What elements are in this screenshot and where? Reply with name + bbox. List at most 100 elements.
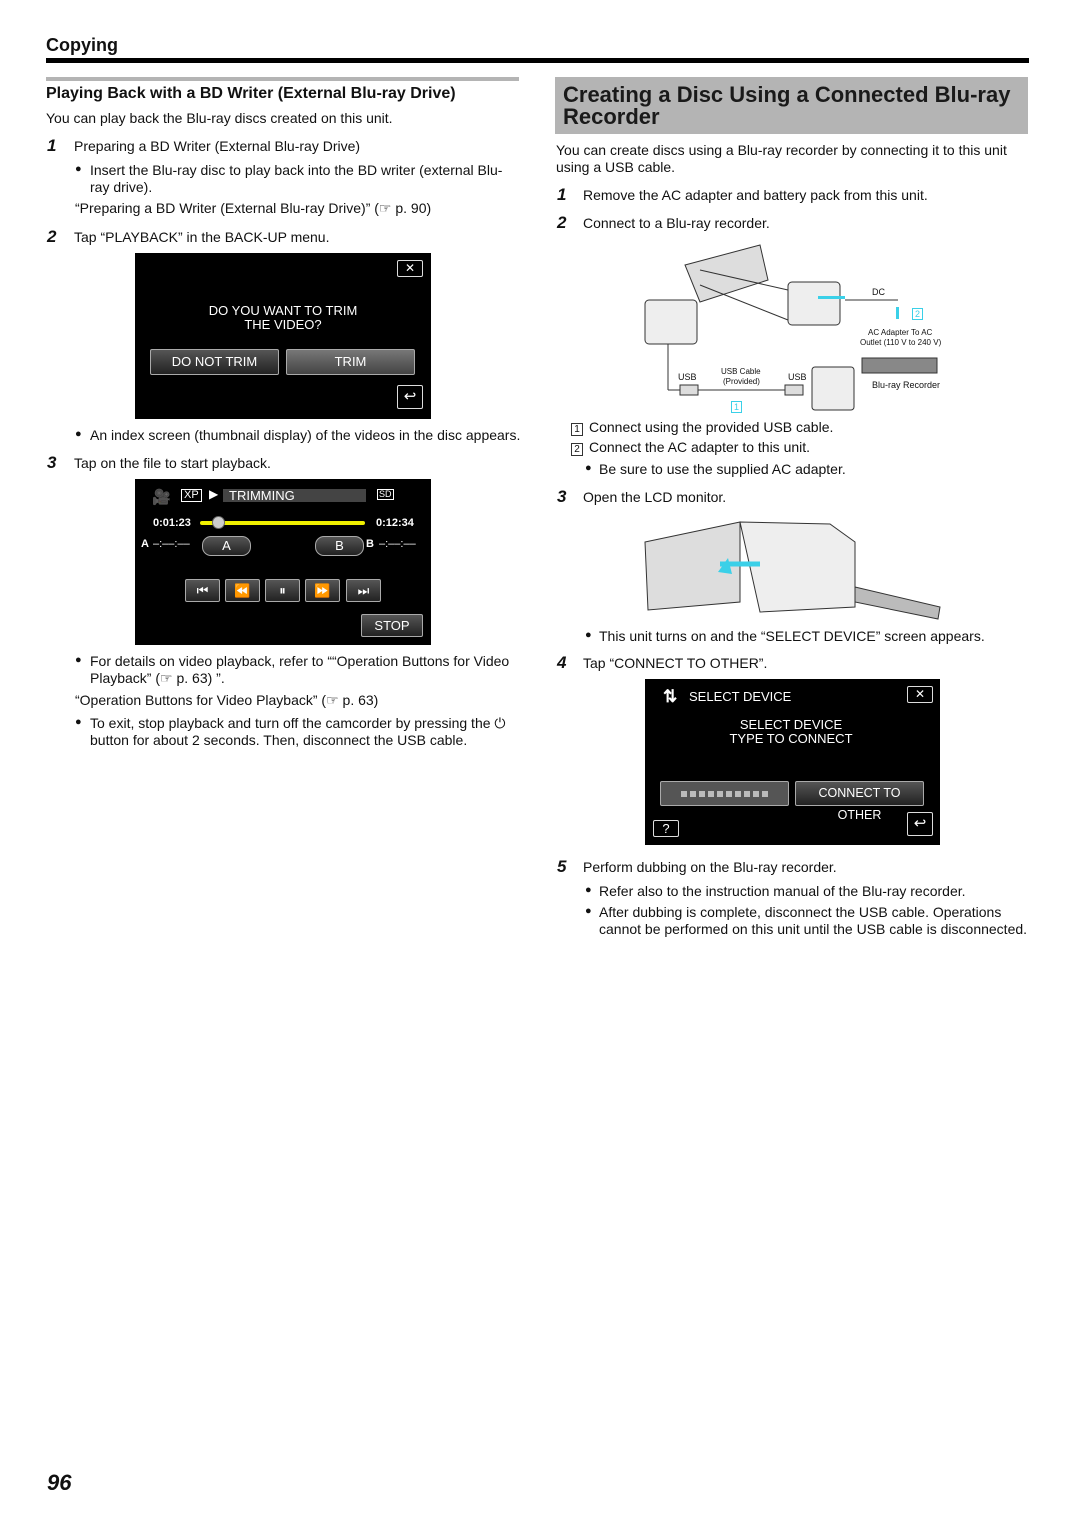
help-button[interactable]: ? [653, 820, 679, 837]
manual-page: Copying Playing Back with a BD Writer (E… [0, 0, 1080, 1527]
step-number: 1 [557, 185, 567, 204]
step-number: 2 [47, 227, 57, 246]
bullet-text: After dubbing is complete, disconnect th… [599, 904, 1002, 920]
step-text: Connect to a Blu-ray recorder. [583, 215, 770, 231]
set-b-button[interactable]: B [315, 536, 364, 556]
right-heading: Creating a Disc Using a Connected Blu-ra… [563, 82, 1011, 107]
connect-to-other-button[interactable]: CONNECT TO OTHER [795, 781, 924, 822]
bullet-icon: ● [75, 428, 82, 440]
close-icon[interactable]: ✕ [397, 260, 423, 277]
ac-label: Outlet (110 V to 240 V) [860, 338, 942, 347]
reference-link[interactable]: “Preparing a BD Writer (External Blu-ray… [75, 200, 431, 217]
dialog-message: DO YOU WANT TO TRIM [208, 303, 358, 318]
sub-step-number: 1 [571, 423, 583, 436]
header-rule [46, 58, 1029, 63]
mode-label: TRIMMING [223, 489, 366, 502]
dc-label: DC [872, 287, 885, 297]
total-time: 0:12:34 [376, 517, 414, 529]
step-text: Preparing a BD Writer (External Blu-ray … [74, 138, 361, 154]
b-point-label: B [366, 538, 374, 550]
video-camera-icon: 🎥 [152, 489, 171, 506]
seek-handle[interactable] [212, 516, 226, 529]
right-intro: using a USB cable. [556, 159, 676, 175]
connect-icon: ⇅ [663, 687, 678, 706]
bullet-text: Be sure to use the supplied AC adapter. [599, 461, 846, 477]
sub-step-text: Connect the AC adapter to this unit. [589, 439, 811, 455]
close-icon[interactable]: ✕ [907, 686, 933, 703]
play-icon: ▶ [209, 487, 219, 501]
reference-link[interactable]: “Operation Buttons for Video Playback” (… [75, 692, 378, 709]
sub-step-text: Connect using the provided USB cable. [589, 419, 834, 435]
bullet-icon: ● [585, 905, 592, 917]
bullet-icon: ● [75, 716, 82, 728]
screen-title: SELECT DEVICE [689, 689, 792, 704]
bullet-text: cannot be performed on this unit until t… [599, 921, 1028, 937]
step-number: 3 [557, 487, 567, 506]
step-text: Remove the AC adapter and battery pack f… [583, 187, 928, 203]
cable-label: (Provided) [723, 377, 760, 386]
back-icon[interactable]: ↩ [397, 385, 423, 409]
set-a-button[interactable]: A [202, 536, 251, 556]
a-point-value: –:––:–– [153, 538, 190, 550]
cable-label: USB Cable [721, 367, 761, 376]
step-number: 5 [557, 857, 567, 876]
bullet-text: Refer also to the instruction manual of … [599, 883, 966, 899]
stop-button[interactable]: STOP [361, 614, 423, 637]
sub-step: 1 Connect using the provided USB cable. [571, 419, 833, 436]
step-text: Tap “CONNECT TO OTHER”. [583, 655, 768, 671]
bullet-text: button for about 2 seconds. Then, discon… [90, 732, 468, 748]
bullet-text: This unit turns on and the “SELECT DEVIC… [599, 628, 985, 644]
bullet-text: For details on video playback, refer to … [90, 653, 510, 669]
marker-2: 2 [912, 308, 924, 320]
select-device-screen: ⇅ SELECT DEVICE ✕ SELECT DEVICE TYPE TO … [645, 679, 940, 845]
skip-back-icon[interactable]: ⏮ [185, 579, 220, 602]
skip-forward-icon[interactable]: ⏭ [346, 579, 381, 602]
right-heading-box: Creating a Disc Using a Connected Blu-ra… [555, 77, 1028, 134]
step-text: Tap “PLAYBACK” in the BACK-UP menu. [74, 229, 330, 245]
section-title: Copying [46, 35, 118, 55]
bullet-icon: ● [585, 884, 592, 896]
a-point-label: A [141, 538, 149, 550]
b-point-value: –:––:–– [379, 538, 416, 550]
bullet-icon: ● [75, 163, 82, 175]
step-number: 4 [557, 653, 567, 672]
bullet-icon: ● [585, 462, 592, 474]
fast-forward-icon[interactable]: ⏩ [305, 579, 340, 602]
step-text: Tap on the file to start playback. [74, 455, 271, 471]
do-not-trim-button[interactable]: DO NOT TRIM [150, 349, 279, 375]
right-intro: You can create discs using a Blu-ray rec… [556, 142, 1007, 158]
trim-button[interactable]: TRIM [286, 349, 415, 375]
bullet-text: ray drive). [90, 179, 153, 195]
trimming-playback-screen: 🎥 XP ▶ TRIMMING SD 0:01:23 0:12:34 A –:–… [135, 479, 431, 645]
step-number: 3 [47, 453, 57, 472]
usb-label: USB [678, 372, 697, 382]
right-heading: Recorder [563, 104, 660, 129]
rewind-icon[interactable]: ⏪ [225, 579, 260, 602]
pause-icon[interactable]: ⏸ [265, 579, 300, 602]
left-heading: Playing Back with a BD Writer (External … [46, 85, 456, 102]
sub-step: 2 Connect the AC adapter to this unit. [571, 439, 810, 456]
step-text: Open the LCD monitor. [583, 489, 727, 505]
ac-label: AC Adapter To AC [868, 328, 933, 337]
left-heading-rule [46, 77, 519, 81]
usb-label: USB [788, 372, 807, 382]
bullet-text: To exit, stop playback and turn off the … [90, 715, 506, 731]
recorder-label: Blu-ray Recorder [872, 380, 941, 390]
connection-diagram: DC 2 AC Adapter To AC Outlet (110 V to 2… [640, 240, 950, 415]
bullet-text: An index screen (thumbnail display) of t… [90, 427, 521, 443]
step-number: 2 [557, 213, 567, 232]
back-icon[interactable]: ↩ [907, 812, 933, 836]
bullet-icon: ● [75, 654, 82, 666]
current-time: 0:01:23 [153, 517, 191, 529]
step-text: Perform dubbing on the Blu-ray recorder. [583, 859, 837, 875]
camcorder-lcd-open-illustration [644, 521, 941, 620]
page-number: 96 [47, 1470, 72, 1495]
reference-link[interactable]: Playback” (☞ p. 63) ”. [90, 670, 225, 687]
bullet-icon: ● [585, 629, 592, 641]
trim-dialog-screen: ✕ DO YOU WANT TO TRIM THE VIDEO? DO NOT … [135, 253, 431, 419]
sd-card-icon: SD [377, 489, 394, 500]
screen-message: TYPE TO CONNECT [729, 731, 853, 746]
sub-step-number: 2 [571, 443, 583, 456]
bullet-text: Insert the Blu-ray disc to play back int… [90, 162, 503, 178]
blurred-device-button[interactable] [660, 781, 789, 806]
